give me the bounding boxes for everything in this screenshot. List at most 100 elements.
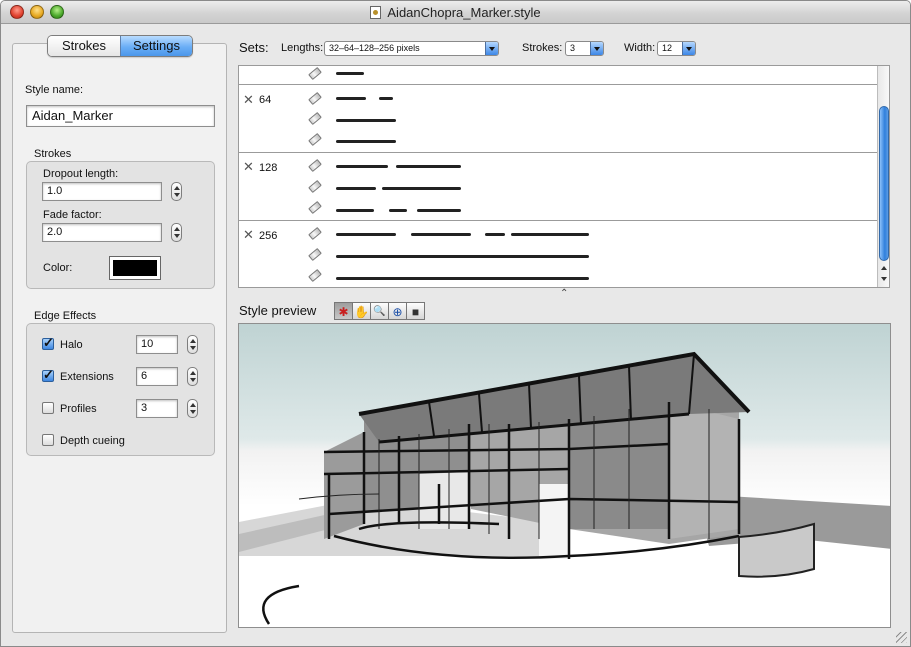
window-title: AidanChopra_Marker.style	[1, 5, 910, 20]
style-preview-title: Style preview	[239, 303, 317, 318]
stroke-sample	[382, 187, 461, 190]
lengths-value: 32–64–128–256 pixels	[329, 43, 420, 53]
dropout-length-stepper[interactable]	[171, 182, 182, 201]
pencil-icon[interactable]	[307, 181, 320, 191]
halo-stepper[interactable]	[187, 335, 198, 354]
orbit-icon[interactable]	[334, 302, 353, 321]
fade-factor-field[interactable]: 2.0	[42, 223, 162, 242]
pencil-icon[interactable]	[307, 249, 320, 259]
style-name-label: Style name:	[25, 84, 84, 96]
delete-set-256-icon[interactable]: ✕	[243, 227, 254, 243]
group-separator	[239, 84, 877, 85]
edge-effects-group: Halo 10 Extensions 6 Profiles 3 Depth cu…	[26, 323, 215, 456]
color-swatch[interactable]	[109, 256, 161, 280]
pan-icon[interactable]	[352, 302, 371, 321]
profiles-checkbox[interactable]	[42, 402, 54, 414]
extensions-label: Extensions	[60, 371, 114, 383]
profiles-stepper[interactable]	[187, 399, 198, 418]
pencil-icon[interactable]	[307, 93, 320, 103]
strokes-popup-arrow-icon	[590, 42, 603, 55]
width-popup-arrow-icon	[682, 42, 695, 55]
pencil-icon[interactable]	[307, 202, 320, 212]
zoom-icon[interactable]	[370, 302, 389, 321]
strokes-count-label: Strokes:	[522, 42, 563, 54]
strokes-count-popup[interactable]: 3	[565, 41, 604, 56]
stroke-sample	[379, 97, 393, 100]
pencil-icon[interactable]	[307, 113, 320, 123]
width-popup[interactable]: 12	[657, 41, 696, 56]
dropout-length-label: Dropout length:	[43, 168, 119, 180]
preview-toolbar	[334, 302, 425, 321]
dropout-length-field[interactable]: 1.0	[42, 182, 162, 201]
tab-switcher: Strokes Settings	[47, 35, 193, 57]
stroke-sample	[336, 97, 366, 100]
title-bar[interactable]: AidanChopra_Marker.style	[1, 1, 910, 24]
extensions-field[interactable]: 6	[136, 367, 178, 386]
tab-strokes[interactable]: Strokes	[48, 36, 120, 56]
lengths-popup[interactable]: 32–64–128–256 pixels	[324, 41, 499, 56]
delete-set-64-icon[interactable]: ✕	[243, 92, 254, 108]
stroke-set-list[interactable]: ✕ 64 ✕ 128 ✕ 256	[238, 65, 890, 288]
document-icon	[370, 6, 382, 19]
strokes-group: Dropout length: 1.0 Fade factor: 2.0 Col…	[26, 161, 215, 289]
pencil-icon[interactable]	[307, 160, 320, 170]
set-size-64: 64	[259, 94, 272, 106]
house-sketch-image	[239, 351, 890, 625]
stroke-sample	[389, 209, 407, 212]
strokes-count-value: 3	[570, 43, 576, 53]
color-label: Color:	[43, 262, 73, 274]
resize-grip-icon[interactable]	[896, 632, 907, 643]
width-label: Width:	[624, 42, 656, 54]
profiles-field[interactable]: 3	[136, 399, 178, 418]
stroke-sample	[336, 72, 364, 75]
stroke-sample	[336, 209, 374, 212]
fade-factor-stepper[interactable]	[171, 223, 182, 242]
lengths-label: Lengths:	[281, 42, 324, 54]
halo-checkbox[interactable]	[42, 335, 54, 351]
tab-settings[interactable]: Settings	[120, 36, 192, 56]
color-swatch-fill	[113, 260, 157, 276]
set-size-128: 128	[259, 162, 278, 174]
set-size-256: 256	[259, 230, 278, 242]
stroke-sample	[485, 233, 505, 236]
window-title-text: AidanChopra_Marker.style	[387, 5, 541, 20]
halo-field[interactable]: 10	[136, 335, 178, 354]
style-window: AidanChopra_Marker.style Strokes Setting…	[0, 0, 911, 647]
halo-label: Halo	[60, 339, 83, 351]
scroll-up-arrow-icon[interactable]	[879, 263, 889, 273]
profiles-label: Profiles	[60, 403, 97, 415]
extensions-checkbox[interactable]	[42, 367, 54, 383]
stroke-sample	[411, 233, 471, 236]
pencil-icon[interactable]	[307, 68, 320, 78]
depth-cueing-checkbox[interactable]	[42, 434, 54, 446]
stroke-sample	[336, 140, 396, 143]
stroke-sample	[336, 277, 589, 280]
stroke-sample	[396, 165, 461, 168]
pencil-icon[interactable]	[307, 134, 320, 144]
width-value: 12	[662, 43, 673, 53]
pencil-icon[interactable]	[307, 228, 320, 238]
fade-factor-label: Fade factor:	[43, 209, 102, 221]
settings-panel: Style name: Aidan_Marker Strokes Dropout…	[12, 43, 227, 633]
style-name-field[interactable]: Aidan_Marker	[26, 105, 215, 127]
stroke-list-scrollbar[interactable]	[877, 66, 889, 287]
strokes-group-title: Strokes	[34, 148, 72, 160]
depth-cueing-label: Depth cueing	[60, 435, 125, 447]
lengths-popup-arrow-icon	[485, 42, 498, 55]
style-preview-viewport[interactable]	[238, 323, 891, 628]
edge-effects-title: Edge Effects	[34, 310, 97, 322]
group-separator	[239, 220, 877, 221]
scroll-down-arrow-icon[interactable]	[879, 274, 889, 284]
camera-icon[interactable]	[406, 302, 425, 321]
splitter-handle-icon[interactable]: ⌃	[560, 288, 568, 299]
group-separator	[239, 152, 877, 153]
pencil-icon[interactable]	[307, 270, 320, 280]
zoom-extents-icon[interactable]	[388, 302, 407, 321]
stroke-sample	[336, 165, 388, 168]
scrollbar-thumb[interactable]	[879, 106, 889, 261]
stroke-sample	[336, 255, 589, 258]
delete-set-128-icon[interactable]: ✕	[243, 159, 254, 175]
extensions-stepper[interactable]	[187, 367, 198, 386]
stroke-sample	[417, 209, 461, 212]
stroke-sample	[336, 187, 376, 190]
